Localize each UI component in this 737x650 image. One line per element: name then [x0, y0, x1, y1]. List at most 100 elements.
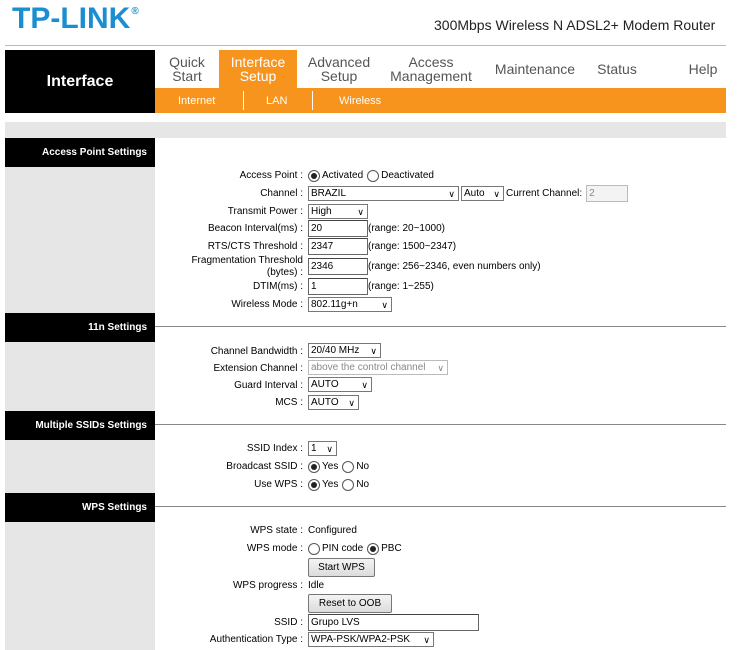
fragmentation-threshold-label: Fragmentation Threshold (bytes) :	[191, 255, 303, 278]
pbc-radio[interactable]	[367, 543, 380, 555]
sub-nav: Internet LAN Wireless	[155, 88, 726, 113]
dtim-range: (range: 1~255)	[368, 281, 434, 292]
use-wps-no-radio[interactable]	[342, 479, 355, 491]
mcs-row: AUTO ∨	[308, 395, 359, 410]
tp-link-logo: TP-LINK®	[12, 2, 139, 35]
fragmentation-threshold-input[interactable]: 2346	[308, 258, 368, 275]
beacon-interval-input[interactable]: 20	[308, 220, 368, 237]
section-divider	[155, 506, 726, 507]
wps-mode-radios: PIN code PBC	[308, 541, 402, 555]
nav-status[interactable]: Status	[587, 50, 647, 88]
wireless-mode-label: Wireless Mode :	[231, 299, 303, 310]
rts-range: (range: 1500~2347)	[368, 241, 457, 252]
header-divider	[5, 45, 726, 46]
guard-interval-label: Guard Interval :	[234, 380, 303, 391]
chevron-down-icon: ∨	[348, 398, 355, 408]
chevron-down-icon: ∨	[448, 189, 455, 199]
section-brand: Interface	[5, 50, 155, 113]
nav-maintenance[interactable]: Maintenance	[489, 50, 581, 88]
transmit-power-label: Transmit Power :	[227, 206, 303, 217]
section-divider	[155, 424, 726, 425]
access-point-radios: Activated Deactivated	[308, 168, 434, 182]
nav-interface-setup[interactable]: Interface Setup	[219, 50, 297, 88]
channel-bandwidth-row: 20/40 MHz ∨	[308, 343, 381, 358]
wps-mode-label: WPS mode :	[246, 543, 303, 554]
reset-oob-row: Reset to OOB	[308, 594, 392, 613]
rts-threshold-label: RTS/CTS Threshold :	[207, 241, 303, 252]
current-channel-label: Current Channel:	[506, 188, 583, 199]
reset-to-oob-button[interactable]: Reset to OOB	[308, 594, 392, 613]
channel-country-select[interactable]: BRAZIL ∨	[308, 186, 459, 201]
transmit-power-select[interactable]: High ∨	[308, 204, 368, 219]
beacon-interval-label: Beacon Interval(ms) :	[207, 223, 303, 234]
broadcast-yes-label: Yes	[322, 460, 339, 472]
access-point-label: Access Point :	[239, 170, 303, 181]
activated-radio[interactable]	[308, 170, 320, 182]
wireless-mode-select[interactable]: 802.11g+n ∨	[308, 297, 392, 312]
wps-state-label: WPS state :	[250, 525, 303, 536]
section-divider	[155, 326, 726, 327]
wps-progress-value: Idle	[308, 580, 325, 591]
authentication-type-label: Authentication Type :	[209, 634, 303, 645]
start-wps-button[interactable]: Start WPS	[308, 558, 375, 577]
nav-quick-start[interactable]: Quick Start	[155, 50, 219, 88]
authentication-type-select[interactable]: WPA-PSK/WPA2-PSK ∨	[308, 632, 434, 647]
subnav-lan[interactable]: LAN	[266, 88, 287, 113]
dtim-input[interactable]: 1	[308, 278, 368, 295]
rts-threshold-row: 2347 (range: 1500~2347)	[308, 238, 456, 255]
broadcast-no-label: No	[356, 460, 370, 472]
channel-select[interactable]: Auto ∨	[461, 186, 504, 201]
ssid-input[interactable]: Grupo LVS	[308, 614, 479, 631]
chevron-down-icon: ∨	[381, 300, 388, 310]
dtim-row: 1 (range: 1~255)	[308, 278, 434, 295]
ssid-index-select[interactable]: 1 ∨	[308, 441, 337, 456]
start-wps-row: Start WPS	[308, 558, 375, 577]
broadcast-ssid-radios: Yes No	[308, 459, 369, 473]
use-wps-yes-radio[interactable]	[308, 479, 320, 491]
beacon-range: (range: 20~1000)	[368, 223, 446, 234]
guard-interval-select[interactable]: AUTO ∨	[308, 377, 372, 392]
rts-threshold-input[interactable]: 2347	[308, 238, 368, 255]
beacon-interval-row: 20 (range: 20~1000)	[308, 220, 445, 237]
wps-settings-heading: WPS Settings	[5, 493, 155, 522]
broadcast-yes-radio[interactable]	[308, 461, 320, 473]
ssid-row: Grupo LVS	[308, 614, 479, 631]
nav-advanced-setup[interactable]: Advanced Setup	[301, 50, 377, 88]
broadcast-ssid-label: Broadcast SSID :	[226, 461, 303, 472]
chevron-down-icon: ∨	[437, 363, 444, 373]
nav-access-management[interactable]: Access Management	[383, 50, 479, 88]
subnav-divider	[243, 91, 244, 110]
use-wps-label: Use WPS :	[254, 479, 303, 490]
chevron-down-icon: ∨	[361, 380, 368, 390]
ssid-index-label: SSID Index :	[246, 443, 303, 454]
11n-settings-heading: 11n Settings	[5, 313, 155, 342]
use-wps-no-label: No	[356, 478, 370, 490]
nav-help[interactable]: Help	[680, 50, 726, 88]
current-channel-field: 2	[586, 185, 629, 202]
chevron-down-icon: ∨	[357, 207, 364, 217]
access-point-settings-heading: Access Point Settings	[5, 138, 155, 167]
broadcast-no-radio[interactable]	[342, 461, 355, 473]
subnav-internet[interactable]: Internet	[178, 88, 215, 113]
pin-code-radio[interactable]	[308, 543, 320, 555]
ssid-label: SSID :	[274, 617, 303, 628]
chevron-down-icon: ∨	[493, 189, 500, 199]
channel-bandwidth-label: Channel Bandwidth :	[210, 346, 303, 357]
use-wps-radios: Yes No	[308, 477, 369, 491]
channel-bandwidth-select[interactable]: 20/40 MHz ∨	[308, 343, 381, 358]
subnav-divider	[312, 91, 313, 110]
subnav-wireless[interactable]: Wireless	[339, 88, 381, 113]
deactivated-radio[interactable]	[367, 170, 380, 182]
left-column	[5, 138, 155, 650]
wireless-mode-row: 802.11g+n ∨	[308, 297, 392, 312]
fragmentation-threshold-row: 2346 (range: 256~2346, even numbers only…	[308, 258, 541, 275]
extension-channel-select[interactable]: above the control channel ∨	[308, 360, 448, 375]
chevron-down-icon: ∨	[423, 635, 430, 645]
dtim-label: DTIM(ms) :	[253, 281, 303, 292]
extension-channel-row: above the control channel ∨	[308, 360, 448, 375]
mcs-select[interactable]: AUTO ∨	[308, 395, 359, 410]
pin-code-label: PIN code	[322, 542, 364, 554]
fragmentation-range: (range: 256~2346, even numbers only)	[368, 261, 541, 272]
multiple-ssids-settings-heading: Multiple SSIDs Settings	[5, 411, 155, 440]
main-nav: Quick Start Interface Setup Advanced Setup …	[155, 50, 726, 88]
